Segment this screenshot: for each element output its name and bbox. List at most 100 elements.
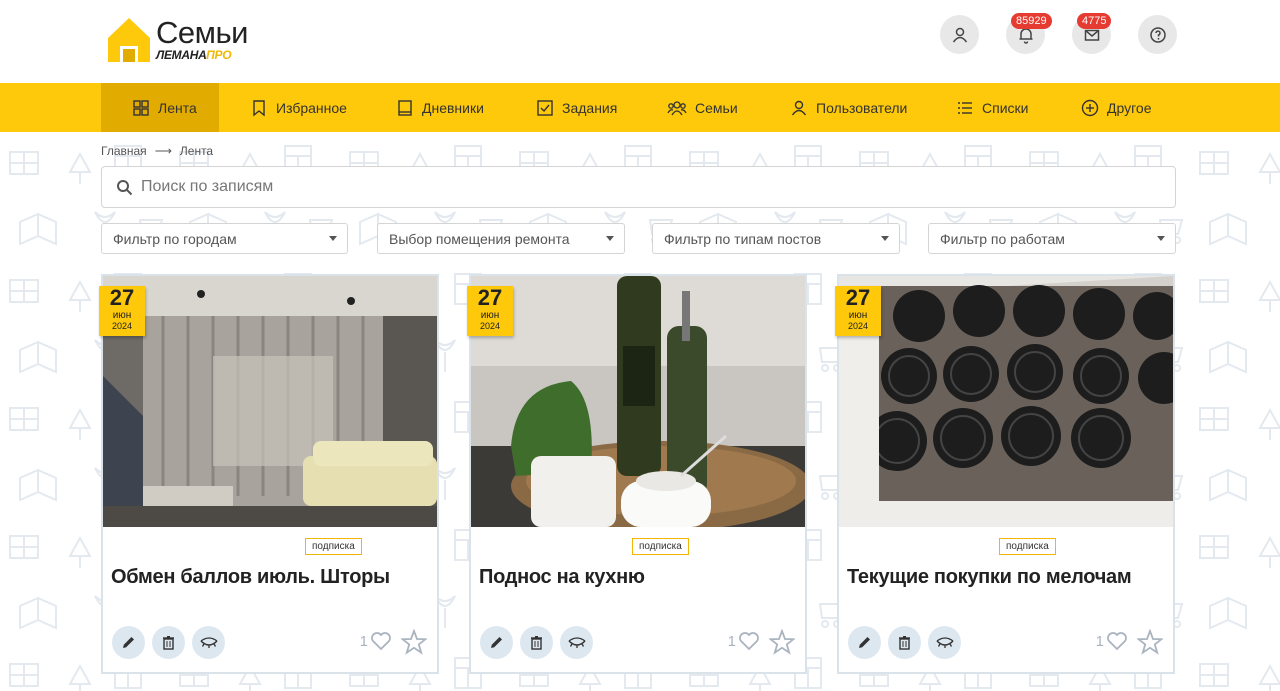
- star-icon[interactable]: [769, 629, 795, 655]
- delete-button[interactable]: [520, 626, 553, 659]
- nav-item-other[interactable]: Другое: [1081, 83, 1151, 132]
- post-card[interactable]: 27 июн 2024 подписка Текущие покупки по …: [835, 274, 1175, 674]
- messages-button[interactable]: 4775: [1072, 13, 1112, 54]
- nav-item-label: Списки: [982, 99, 1029, 116]
- filter-placeholder: Фильтр по городам: [113, 230, 237, 247]
- nav-item-users[interactable]: Пользователи: [790, 83, 907, 132]
- post-date-badge: 27 июн 2024: [467, 286, 513, 336]
- search-box: [101, 166, 1176, 208]
- eye-closed-icon: [567, 637, 586, 648]
- nav-item-label: Пользователи: [816, 99, 908, 116]
- date-year: 2024: [111, 321, 133, 331]
- post-title[interactable]: Обмен баллов июль. Шторы: [111, 566, 431, 589]
- search-icon: [117, 179, 133, 195]
- nav-item-label: Задания: [562, 99, 618, 116]
- hide-button[interactable]: [928, 626, 961, 659]
- trash-icon: [531, 636, 542, 650]
- heart-icon: [371, 632, 391, 651]
- post-image[interactable]: [471, 276, 805, 527]
- list-icon: [958, 101, 972, 114]
- post-image[interactable]: [839, 276, 1173, 527]
- nav-item-families[interactable]: Семьи: [667, 83, 738, 132]
- nav-item-feed[interactable]: Лента: [101, 83, 219, 132]
- brand-name: Семьи: [156, 15, 248, 50]
- post-card[interactable]: 27 июн 2024 подписка Обмен баллов июль. …: [99, 274, 439, 674]
- nav-item-label: Лента: [158, 99, 197, 116]
- date-day: 27: [845, 285, 871, 310]
- brand-logo[interactable]: Семьи ЛЕМАНАПРО: [106, 14, 266, 66]
- plus-circle-icon: [1081, 99, 1099, 116]
- eye-closed-icon: [935, 637, 954, 648]
- like-counter[interactable]: 1: [1096, 629, 1129, 653]
- breadcrumb: Главная ⟶ Лента: [101, 144, 213, 158]
- help-button[interactable]: [1138, 15, 1177, 54]
- room-filter-select[interactable]: Выбор помещения ремонта: [377, 223, 625, 254]
- like-counter[interactable]: 1: [728, 629, 761, 653]
- book-icon: [398, 99, 412, 116]
- hide-button[interactable]: [560, 626, 593, 659]
- post-date-badge: 27 июн 2024: [835, 286, 881, 336]
- star-icon[interactable]: [1137, 629, 1163, 655]
- breadcrumb-home-link[interactable]: Главная: [101, 144, 147, 158]
- star-icon[interactable]: [401, 629, 427, 655]
- like-count: 1: [727, 632, 736, 650]
- main-nav: Лента Избранное Дневники Задания Семьи П…: [0, 83, 1280, 132]
- subscription-tag: подписка: [305, 538, 362, 555]
- delete-button[interactable]: [888, 626, 921, 659]
- post-card[interactable]: 27 июн 2024 подписка Поднос на кухню 1: [467, 274, 807, 674]
- caret-down-icon: [606, 236, 614, 241]
- trash-icon: [899, 636, 910, 650]
- caret-down-icon: [1157, 236, 1165, 241]
- post-type-filter-select[interactable]: Фильтр по типам постов: [652, 223, 900, 254]
- bookmark-icon: [253, 99, 265, 116]
- post-date-badge: 27 июн 2024: [99, 286, 145, 336]
- nav-item-label: Другое: [1107, 99, 1152, 116]
- nav-item-label: Избранное: [276, 99, 347, 116]
- subscription-tag: подписка: [632, 538, 689, 555]
- question-icon: [1149, 26, 1166, 43]
- filter-placeholder: Выбор помещения ремонта: [389, 230, 570, 247]
- notifications-button[interactable]: 85929: [1006, 13, 1052, 54]
- filter-placeholder: Фильтр по типам постов: [664, 230, 822, 247]
- date-year: 2024: [847, 321, 869, 331]
- grid-icon: [133, 99, 149, 116]
- date-year: 2024: [479, 321, 501, 331]
- nav-item-diaries[interactable]: Дневники: [396, 83, 484, 132]
- brand-sub: ЛЕМАНАПРО: [156, 48, 232, 62]
- edit-button[interactable]: [480, 626, 513, 659]
- eye-closed-icon: [199, 637, 218, 648]
- nav-item-tasks[interactable]: Задания: [536, 83, 617, 132]
- edit-button[interactable]: [848, 626, 881, 659]
- date-day: 27: [109, 285, 135, 310]
- hide-button[interactable]: [192, 626, 225, 659]
- post-title[interactable]: Поднос на кухню: [479, 566, 799, 589]
- work-filter-select[interactable]: Фильтр по работам: [928, 223, 1176, 254]
- post-image[interactable]: [103, 276, 437, 527]
- subscription-tag: подписка: [999, 538, 1056, 555]
- caret-down-icon: [329, 236, 337, 241]
- nav-item-favorites[interactable]: Избранное: [250, 83, 347, 132]
- like-count: 1: [359, 632, 368, 650]
- search-input[interactable]: [141, 178, 1095, 196]
- delete-button[interactable]: [152, 626, 185, 659]
- pencil-icon: [491, 637, 502, 648]
- house-logo-icon: [108, 18, 150, 62]
- nav-item-label: Дневники: [422, 99, 484, 116]
- nav-item-lists[interactable]: Списки: [956, 83, 1028, 132]
- messages-count-badge: 4775: [1077, 13, 1112, 29]
- arrow-right-icon: ⟶: [154, 144, 172, 158]
- pencil-icon: [859, 637, 870, 648]
- filter-placeholder: Фильтр по работам: [940, 230, 1065, 247]
- profile-button[interactable]: [940, 15, 979, 54]
- user-icon: [791, 100, 807, 115]
- like-counter[interactable]: 1: [360, 629, 393, 653]
- people-icon: [667, 100, 687, 115]
- post-title[interactable]: Текущие покупки по мелочам: [847, 566, 1167, 589]
- trash-icon: [163, 636, 174, 650]
- edit-button[interactable]: [112, 626, 145, 659]
- heart-icon: [739, 632, 759, 651]
- date-month: июн: [112, 310, 132, 321]
- pencil-icon: [123, 637, 134, 648]
- caret-down-icon: [881, 236, 889, 241]
- city-filter-select[interactable]: Фильтр по городам: [101, 223, 348, 254]
